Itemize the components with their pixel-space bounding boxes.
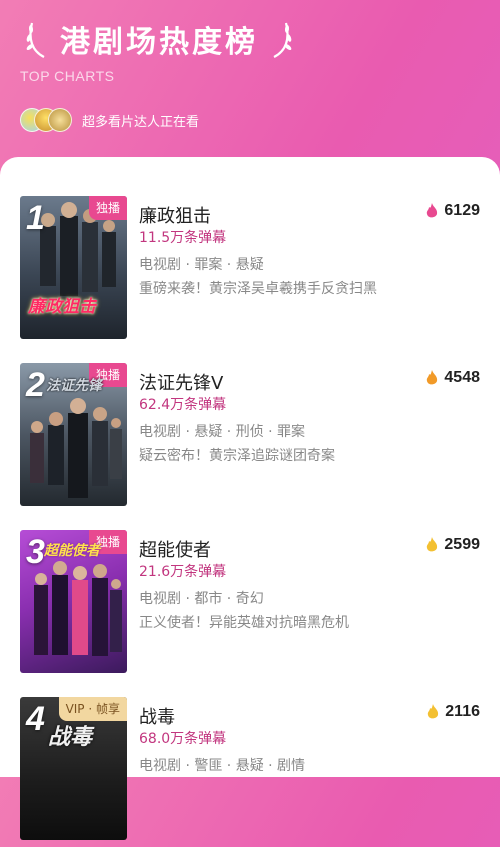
poster-logo: 廉政狙击 — [28, 297, 96, 317]
danmu-count: 21.6万条弹幕 — [139, 564, 227, 580]
exclusive-badge: 独播 — [88, 196, 127, 220]
genre-tags: 电视剧 · 都市 · 奇幻 — [139, 591, 264, 607]
poster-logo: 法证先锋 — [46, 378, 102, 394]
poster-image[interactable]: 3 独播 超能使者 — [20, 530, 127, 673]
description: 疑云密布！黄宗泽追踪谜团奇案 — [139, 448, 335, 464]
heat-number: 4548 — [444, 369, 480, 386]
list-item[interactable]: 3 独播 超能使者 超能使者 21.6万条弹幕 电视剧 · 都市 · 奇幻 正义… — [0, 530, 500, 680]
heat-number: 6129 — [444, 202, 480, 219]
flame-icon — [427, 370, 438, 385]
heat-score: 4548 — [426, 369, 480, 387]
vip-badge: VIP · 帧享 — [58, 697, 127, 721]
title-row: 港剧场热度榜 — [24, 14, 294, 64]
poster-image[interactable]: 2 独播 法证先锋 — [20, 363, 127, 506]
description: 重磅来袭！黄宗泽吴卓羲携手反贪扫黑 — [139, 281, 377, 297]
drama-title[interactable]: 战毒 — [139, 703, 175, 729]
list-item[interactable]: 2 独播 法证先锋 法证先锋Ⅴ 62.4万条弹幕 电视剧 · 悬疑 · 刑侦 ·… — [0, 363, 500, 513]
subtitle: TOP CHARTS — [20, 68, 115, 84]
drama-title[interactable]: 法证先锋Ⅴ — [139, 369, 223, 395]
flame-icon — [427, 537, 438, 552]
genre-tags: 电视剧 · 罪案 · 悬疑 — [139, 257, 264, 273]
chart-header: 港剧场热度榜 TOP CHARTS 超多看片达人正在看 — [0, 0, 500, 170]
genre-tags: 电视剧 · 警匪 · 悬疑 · 剧情 — [139, 758, 306, 774]
viewers-text: 超多看片达人正在看 — [82, 114, 200, 130]
avatar — [48, 108, 72, 132]
viewers-row: 超多看片达人正在看 — [20, 108, 199, 132]
avatar-stack — [20, 108, 76, 132]
drama-title[interactable]: 超能使者 — [139, 536, 211, 562]
laurel-left-icon — [26, 22, 45, 58]
list-item[interactable]: 1 独播 廉政狙击 廉政狙击 11.5万条弹幕 电视剧 · 罪案 · 悬疑 重磅… — [0, 196, 500, 346]
page-title: 港剧场热度榜 — [60, 25, 258, 60]
laurel-right-icon — [273, 22, 292, 58]
list-item[interactable]: 4 VIP · 帧享 战毒 战毒 68.0万条弹幕 电视剧 · 警匪 · 悬疑 … — [0, 697, 500, 847]
rank-number: 1 — [26, 199, 45, 237]
heat-number: 2599 — [444, 536, 480, 553]
description: 正义使者！异能英雄对抗暗黑危机 — [139, 615, 349, 631]
poster-logo: 超能使者 — [44, 543, 100, 559]
flame-icon — [427, 203, 438, 218]
heat-score: 2116 — [427, 703, 480, 721]
flame-icon — [428, 704, 439, 719]
rank-number: 4 — [26, 700, 45, 738]
rank-number: 2 — [26, 366, 45, 404]
drama-title[interactable]: 廉政狙击 — [139, 202, 211, 228]
poster-image[interactable]: 4 VIP · 帧享 战毒 — [20, 697, 127, 840]
poster-image[interactable]: 1 独播 廉政狙击 — [20, 196, 127, 339]
heat-number: 2116 — [445, 703, 480, 720]
rank-number: 3 — [26, 533, 45, 571]
danmu-count: 68.0万条弹幕 — [139, 731, 227, 747]
heat-score: 2599 — [426, 536, 480, 554]
danmu-count: 62.4万条弹幕 — [139, 397, 227, 413]
heat-score: 6129 — [426, 202, 480, 220]
danmu-count: 11.5万条弹幕 — [139, 230, 227, 246]
ranking-list: 1 独播 廉政狙击 廉政狙击 11.5万条弹幕 电视剧 · 罪案 · 悬疑 重磅… — [0, 157, 500, 840]
genre-tags: 电视剧 · 悬疑 · 刑侦 · 罪案 — [139, 424, 306, 440]
poster-logo: 战毒 — [48, 725, 93, 750]
